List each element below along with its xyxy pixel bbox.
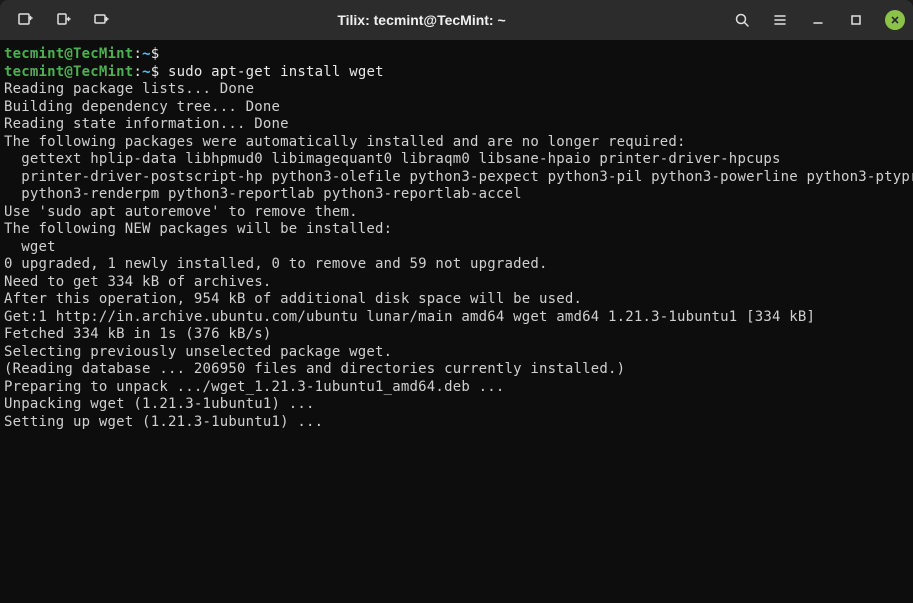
maximize-icon xyxy=(848,12,864,28)
new-session-icon xyxy=(17,12,33,28)
add-right-icon xyxy=(93,12,109,28)
add-right-button[interactable] xyxy=(84,3,118,37)
new-session-button[interactable] xyxy=(8,3,42,37)
output-line: Fetched 334 kB in 1s (376 kB/s) xyxy=(4,326,909,344)
prompt-path: ~ xyxy=(142,64,151,80)
command-input: sudo apt-get install wget xyxy=(159,64,383,80)
output-line: Unpacking wget (1.21.3-1ubuntu1) ... xyxy=(4,396,909,414)
output-line: printer-driver-postscript-hp python3-ole… xyxy=(4,169,909,187)
command-input xyxy=(159,46,168,62)
output-line: 0 upgraded, 1 newly installed, 0 to remo… xyxy=(4,256,909,274)
output-line: Use 'sudo apt autoremove' to remove them… xyxy=(4,204,909,222)
window-title: Tilix: tecmint@TecMint: ~ xyxy=(118,12,725,28)
output-line: Building dependency tree... Done xyxy=(4,99,909,117)
output-line: After this operation, 954 kB of addition… xyxy=(4,291,909,309)
output-line: wget xyxy=(4,239,909,257)
output-line: python3-renderpm python3-reportlab pytho… xyxy=(4,186,909,204)
titlebar-left-controls xyxy=(8,3,118,37)
close-icon xyxy=(890,15,900,25)
menu-button[interactable] xyxy=(763,3,797,37)
prompt-user-host: tecmint@TecMint xyxy=(4,46,133,62)
output-line: The following packages were automaticall… xyxy=(4,134,909,152)
terminal-pane[interactable]: tecmint@TecMint:~$ tecmint@TecMint:~$ su… xyxy=(0,40,913,603)
close-button[interactable] xyxy=(885,10,905,30)
add-down-button[interactable] xyxy=(46,3,80,37)
prompt-path: ~ xyxy=(142,46,151,62)
output-line: Setting up wget (1.21.3-1ubuntu1) ... xyxy=(4,414,909,432)
minimize-icon xyxy=(810,12,826,28)
prompt-line: tecmint@TecMint:~$ sudo apt-get install … xyxy=(4,64,909,82)
titlebar-right-controls xyxy=(725,3,905,37)
output-line: (Reading database ... 206950 files and d… xyxy=(4,361,909,379)
minimize-button[interactable] xyxy=(801,3,835,37)
output-line: Selecting previously unselected package … xyxy=(4,344,909,362)
prompt-line: tecmint@TecMint:~$ xyxy=(4,46,909,64)
add-down-icon xyxy=(55,12,71,28)
output-line: Get:1 http://in.archive.ubuntu.com/ubunt… xyxy=(4,309,909,327)
hamburger-icon xyxy=(772,12,788,28)
search-button[interactable] xyxy=(725,3,759,37)
output-line: Need to get 334 kB of archives. xyxy=(4,274,909,292)
output-line: Preparing to unpack .../wget_1.21.3-1ubu… xyxy=(4,379,909,397)
prompt-user-host: tecmint@TecMint xyxy=(4,64,133,80)
search-icon xyxy=(734,12,750,28)
prompt-separator: : xyxy=(133,64,142,80)
maximize-button[interactable] xyxy=(839,3,873,37)
output-line: gettext hplip-data libhpmud0 libimagequa… xyxy=(4,151,909,169)
output-line: Reading package lists... Done xyxy=(4,81,909,99)
output-line: The following NEW packages will be insta… xyxy=(4,221,909,239)
window-titlebar: Tilix: tecmint@TecMint: ~ xyxy=(0,0,913,40)
prompt-separator: : xyxy=(133,46,142,62)
output-line: Reading state information... Done xyxy=(4,116,909,134)
